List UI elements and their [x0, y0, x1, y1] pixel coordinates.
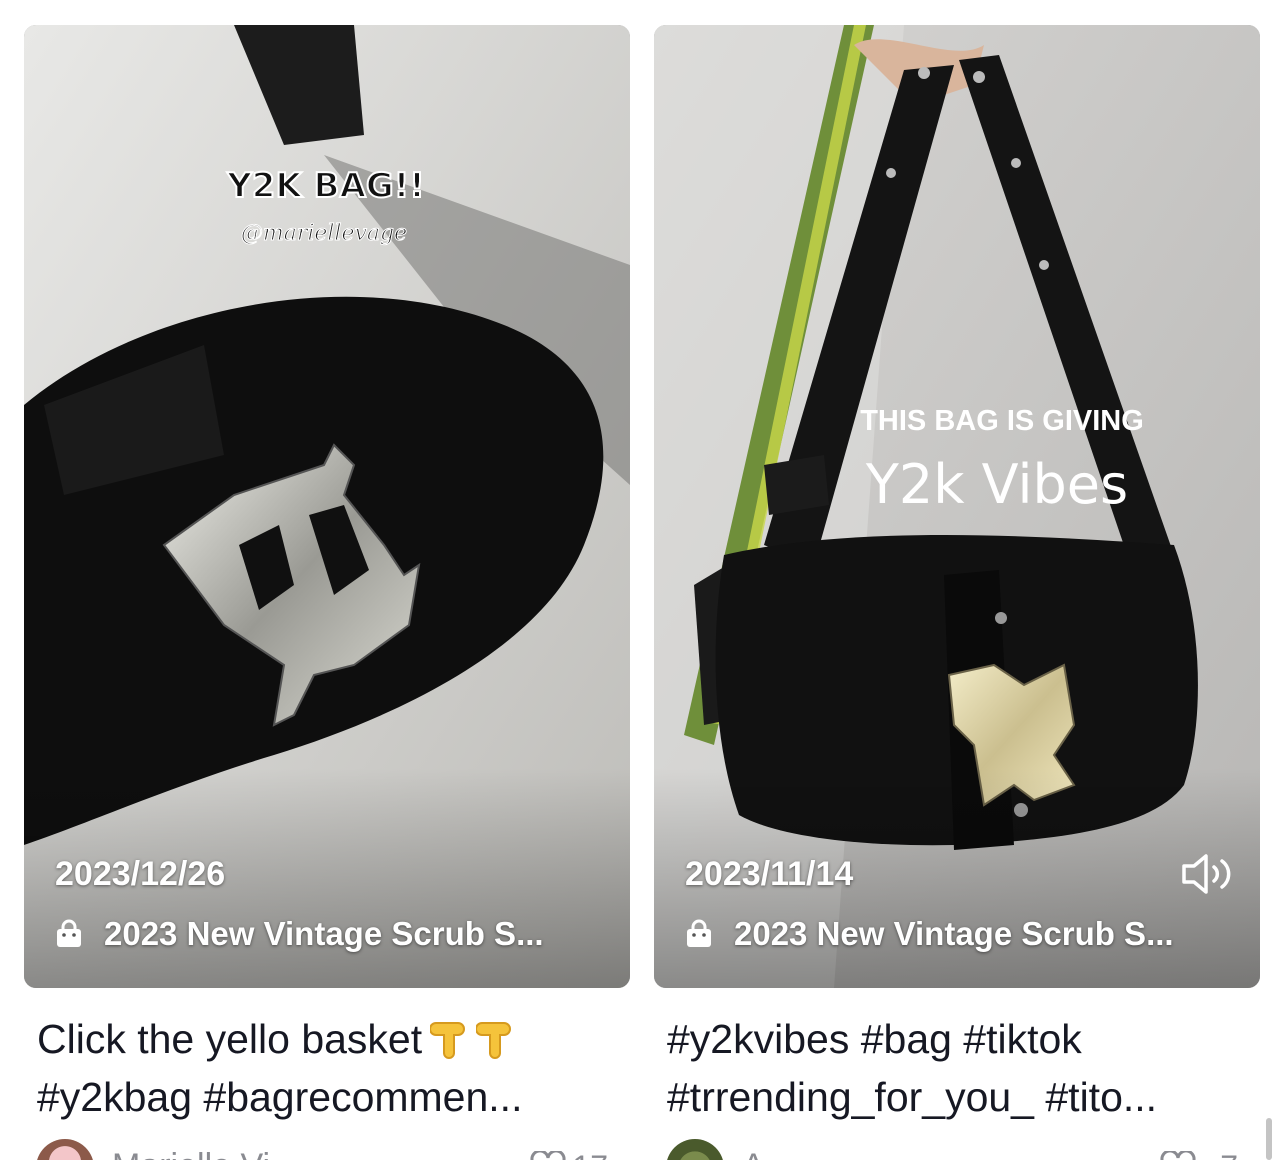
overlay-title: THIS BAG IS GIVING: [860, 405, 1144, 437]
like-count: 17: [572, 1149, 608, 1160]
scrollbar[interactable]: [1266, 1118, 1272, 1160]
avatar[interactable]: [36, 1139, 94, 1160]
caption-line-2: #trrending_for_you_ #tito...: [667, 1074, 1158, 1120]
heart-icon[interactable]: [1160, 1151, 1196, 1160]
product-title: 2023 New Vintage Scrub S...: [104, 915, 544, 952]
video-date: 2023/12/26: [55, 855, 226, 893]
product-title: 2023 New Vintage Scrub S...: [734, 915, 1174, 952]
heart-icon[interactable]: [530, 1151, 566, 1160]
author-name[interactable]: A...: [742, 1147, 793, 1160]
author-row[interactable]: A... 7: [666, 1139, 1256, 1160]
pointing-down-hand-emoji: [430, 1022, 466, 1059]
product-link[interactable]: 2023 New Vintage Scrub S...: [684, 913, 1174, 955]
author-row[interactable]: Marielle Vi... 17: [36, 1139, 626, 1160]
speaker-icon[interactable]: [1180, 851, 1236, 897]
author-name[interactable]: Marielle Vi...: [112, 1147, 298, 1160]
video-caption[interactable]: #y2kvibes #bag #tiktok #trrending_for_yo…: [667, 1010, 1252, 1126]
video-thumbnail[interactable]: THIS BAG IS GIVING Y2k Vibes 2023/11/14 …: [654, 25, 1260, 988]
video-card[interactable]: THIS BAG IS GIVING Y2k Vibes 2023/11/14 …: [654, 25, 1260, 1160]
video-caption[interactable]: Click the yello basket #y2kbag #bagrecom…: [37, 1010, 622, 1126]
video-thumbnail[interactable]: Y2K BAG!! @mariellevage 2023/12/26 2023 …: [24, 25, 630, 988]
avatar[interactable]: [666, 1139, 724, 1160]
product-link[interactable]: 2023 New Vintage Scrub S...: [54, 913, 544, 955]
overlay-subtitle: Y2k Vibes: [865, 453, 1128, 516]
pointing-down-hand-emoji: [476, 1022, 512, 1059]
caption-line-1: #y2kvibes #bag #tiktok: [667, 1016, 1082, 1062]
video-card[interactable]: Y2K BAG!! @mariellevage 2023/12/26 2023 …: [24, 25, 630, 1160]
overlay-handle: @mariellevage: [241, 221, 407, 246]
like-count: 7: [1220, 1149, 1238, 1160]
caption-line-2: #y2kbag #bagrecommen...: [37, 1074, 523, 1120]
shopping-bag-icon: [57, 919, 81, 947]
shopping-bag-icon: [687, 919, 711, 947]
caption-line-1: Click the yello basket: [37, 1016, 423, 1062]
video-date: 2023/11/14: [685, 855, 854, 893]
overlay-title: Y2K BAG!!: [226, 166, 425, 206]
video-feed-grid: Y2K BAG!! @mariellevage 2023/12/26 2023 …: [0, 0, 1284, 1160]
